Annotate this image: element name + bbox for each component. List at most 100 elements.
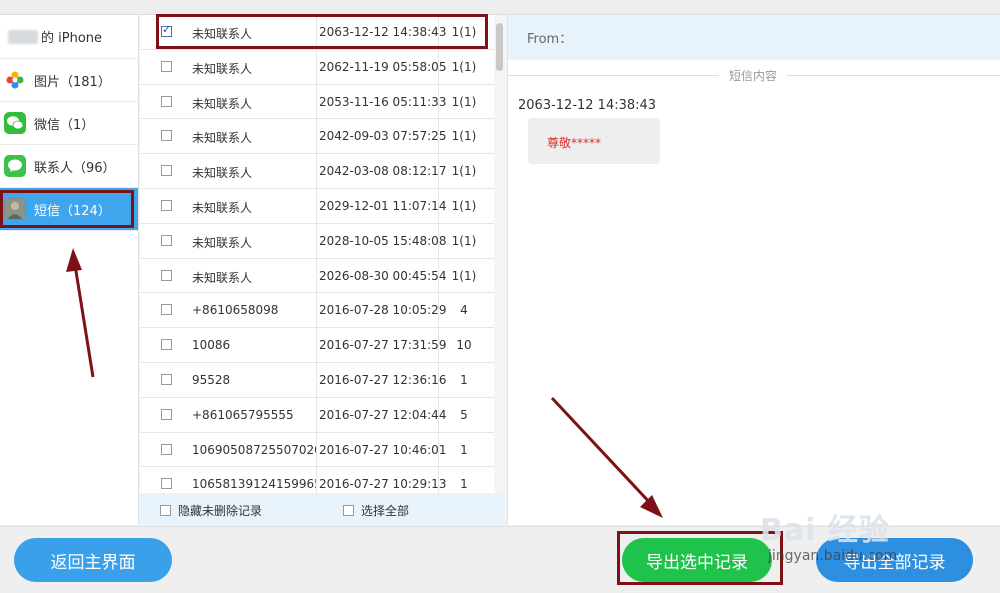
row-count: 1(1) [451, 94, 477, 109]
message-date: 2063-12-12 14:38:43 [518, 98, 657, 113]
row-date: 2016-07-27 10:29:13 [319, 477, 447, 492]
row-date: 2016-07-27 17:31:59 [319, 338, 447, 353]
sms-icon [4, 198, 26, 220]
section-label: 短信内容 [719, 67, 788, 84]
row-count: 1 [460, 442, 468, 457]
row-checkbox[interactable] [161, 443, 172, 455]
sidebar-item-label: 图片（181） [34, 74, 111, 90]
row-checkbox[interactable] [161, 234, 172, 246]
sidebar-item-label: 短信（124） [34, 203, 111, 219]
baidu-watermark-url: jingyan.baidu.com [768, 548, 898, 564]
row-date: 2016-07-27 10:46:01 [319, 442, 447, 457]
message-row[interactable]: 未知联系人 2029-12-01 11:07:14 1(1) [140, 188, 494, 224]
baidu-watermark-logo: Bai 经验 [760, 513, 890, 548]
sidebar-item-photos[interactable]: 图片（181） [0, 59, 138, 102]
hide-deleted-label: 隐藏未删除记录 [178, 504, 263, 518]
list-footer: 隐藏未删除记录 选择全部 [140, 493, 506, 525]
row-date: 2042-03-08 08:12:17 [319, 164, 447, 179]
row-contact: 未知联系人 [192, 200, 253, 215]
row-date: 2053-11-16 05:11:33 [319, 94, 447, 109]
message-row[interactable]: 未知联系人 2028-10-05 15:48:08 1(1) [140, 223, 494, 259]
row-contact: 95528 [192, 372, 231, 387]
row-contact: 106581391241599653 [192, 477, 316, 492]
row-contact: 未知联系人 [192, 61, 253, 76]
row-date: 2042-09-03 07:57:25 [319, 129, 447, 144]
row-count: 10 [456, 338, 472, 353]
row-contact: 未知联系人 [192, 27, 253, 41]
row-contact: 10086 [192, 338, 231, 353]
row-count: 1(1) [451, 164, 477, 179]
row-count: 1 [460, 477, 468, 492]
select-all-checkbox[interactable] [343, 505, 354, 516]
row-checkbox[interactable] [161, 269, 172, 281]
row-contact: 未知联系人 [192, 96, 253, 111]
sidebar-item-sms[interactable]: 短信（124） [0, 188, 138, 231]
row-checkbox[interactable] [161, 95, 172, 107]
message-row[interactable]: 106905087255070205 2016-07-27 10:46:01 1 [140, 432, 494, 468]
row-contact: +8610658098 [192, 303, 279, 318]
message-row[interactable]: +861065795555 2016-07-27 12:04:44 5 [140, 397, 494, 433]
row-checkbox[interactable] [161, 304, 172, 316]
select-all-option[interactable]: 选择全部 [343, 502, 409, 519]
hide-deleted-checkbox[interactable] [160, 505, 171, 516]
row-date: 2016-07-28 10:05:29 [319, 303, 447, 318]
message-row[interactable]: 未知联系人 2062-11-19 05:58:05 1(1) [140, 49, 494, 85]
row-date: 2062-11-19 05:58:05 [319, 59, 447, 74]
row-count: 1(1) [451, 59, 477, 74]
row-count: 1 [460, 372, 468, 387]
sidebar-item-wechat[interactable]: 微信（1） [0, 102, 138, 145]
sidebar-item-label: 联系人（96） [34, 160, 116, 176]
message-row[interactable]: 95528 2016-07-27 12:36:16 1 [140, 362, 494, 398]
row-checkbox[interactable] [161, 478, 172, 490]
row-contact: 未知联系人 [192, 235, 253, 250]
from-label: From： [527, 32, 573, 47]
row-date: 2028-10-05 15:48:08 [319, 233, 447, 248]
row-checkbox[interactable] [161, 130, 172, 142]
row-count: 4 [460, 303, 468, 318]
device-label: 的 iPhone [41, 31, 103, 46]
row-date: 2016-07-27 12:36:16 [319, 372, 447, 387]
message-row[interactable]: 未知联系人 2053-11-16 05:11:33 1(1) [140, 84, 494, 120]
row-count: 1(1) [451, 25, 477, 39]
wechat-icon [4, 112, 26, 134]
row-checkbox[interactable] [161, 373, 172, 385]
row-contact: 106905087255070205 [192, 442, 316, 457]
row-checkbox[interactable] [161, 199, 172, 211]
row-date: 2063-12-12 14:38:43 [319, 25, 447, 39]
message-row[interactable]: 106581391241599653 2016-07-27 10:29:13 1 [140, 467, 494, 493]
row-date: 2016-07-27 12:04:44 [319, 407, 447, 422]
back-to-main-button[interactable]: 返回主界面 [14, 538, 172, 582]
row-count: 1(1) [451, 129, 477, 144]
contacts-icon [4, 155, 26, 177]
row-contact: 未知联系人 [192, 166, 253, 181]
message-text: 尊敬***** [547, 136, 602, 150]
row-checkbox[interactable] [161, 60, 172, 72]
export-selected-button[interactable]: 导出选中记录 [622, 538, 772, 582]
section-divider: 短信内容 [508, 60, 1000, 90]
scrollbar-thumb[interactable] [496, 23, 503, 71]
device-header[interactable]: 的 iPhone [0, 15, 138, 59]
from-bar: From： [508, 15, 1000, 60]
message-row[interactable]: 未知联系人 2042-09-03 07:57:25 1(1) [140, 119, 494, 155]
row-date: 2029-12-01 11:07:14 [319, 198, 447, 213]
row-checkbox[interactable] [161, 165, 172, 177]
message-bubble: 尊敬***** [528, 118, 660, 164]
list-scrollbar[interactable] [494, 15, 506, 493]
row-contact: 未知联系人 [192, 270, 253, 285]
sidebar-item-contacts[interactable]: 联系人（96） [0, 145, 138, 188]
message-row[interactable]: 10086 2016-07-27 17:31:59 10 [140, 328, 494, 363]
row-count: 5 [460, 407, 468, 422]
sidebar: 的 iPhone 图片（181） 微信（1） 联系人（96） 短信（124） [0, 15, 139, 525]
top-bar [0, 0, 1000, 15]
row-checkbox[interactable] [161, 339, 172, 351]
row-contact: 未知联系人 [192, 131, 253, 146]
message-row[interactable]: +8610658098 2016-07-28 10:05:29 4 [140, 293, 494, 329]
sidebar-item-label: 微信（1） [34, 117, 95, 133]
row-checkbox[interactable] [161, 23, 172, 37]
device-name-redacted [8, 29, 38, 44]
message-row[interactable]: 未知联系人 2026-08-30 00:45:54 1(1) [140, 258, 494, 294]
message-row[interactable]: 未知联系人 2042-03-08 08:12:17 1(1) [140, 154, 494, 189]
message-row[interactable]: 未知联系人 2063-12-12 14:38:43 1(1) [140, 15, 494, 50]
hide-deleted-option[interactable]: 隐藏未删除记录 [160, 502, 262, 519]
row-checkbox[interactable] [161, 408, 172, 420]
